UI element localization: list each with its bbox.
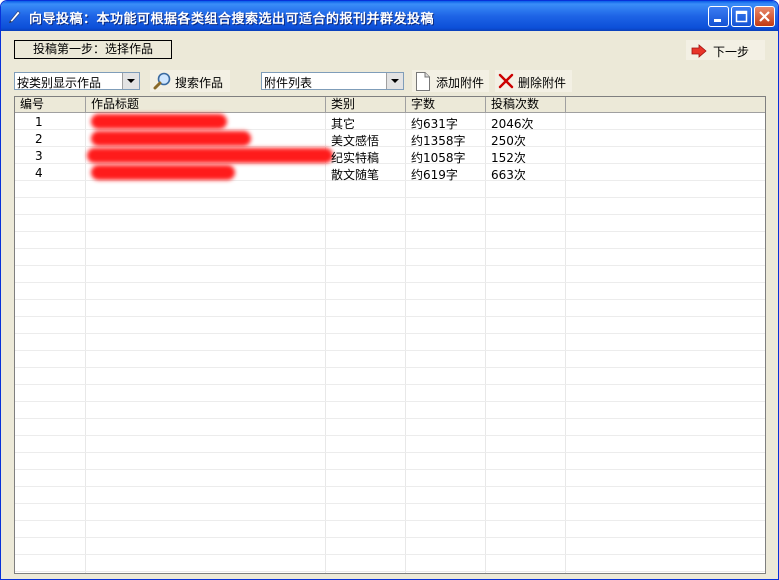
works-table[interactable]: 编号 作品标题 类别 字数 投稿次数 1 其它 约631字 2046次 2 美文… bbox=[14, 96, 766, 574]
grid-line bbox=[485, 113, 486, 573]
redacted-title bbox=[91, 114, 227, 129]
maximize-icon bbox=[735, 10, 748, 23]
grid-line bbox=[15, 299, 765, 300]
delete-attachment-button[interactable]: 删除附件 bbox=[495, 70, 572, 92]
grid-line bbox=[15, 520, 765, 521]
grid-line bbox=[15, 554, 765, 555]
grid-line bbox=[325, 113, 326, 573]
grid-line bbox=[565, 113, 566, 573]
column-header-submission-count[interactable]: 投稿次数 bbox=[486, 97, 566, 112]
app-icon bbox=[9, 10, 21, 23]
grid-line bbox=[15, 486, 765, 487]
grid-line bbox=[15, 231, 765, 232]
grid-line bbox=[15, 469, 765, 470]
close-icon bbox=[759, 11, 770, 22]
grid-line bbox=[15, 316, 765, 317]
document-icon bbox=[416, 72, 430, 91]
chevron-down-icon[interactable] bbox=[386, 73, 403, 89]
grid-line bbox=[15, 214, 765, 215]
add-attachment-label: 添加附件 bbox=[436, 76, 485, 90]
grid-line bbox=[15, 435, 765, 436]
redacted-title bbox=[91, 165, 235, 180]
row-category: 散文随笔 bbox=[331, 168, 380, 182]
search-works-label: 搜索作品 bbox=[175, 76, 224, 90]
grid-line bbox=[15, 503, 765, 504]
grid-line bbox=[15, 350, 765, 351]
grid-line bbox=[15, 248, 765, 249]
grid-line bbox=[15, 282, 765, 283]
grid-line bbox=[85, 113, 86, 573]
column-header-category[interactable]: 类别 bbox=[326, 97, 406, 112]
wizard-window: 向导投稿：本功能可根据各类组合搜索选出可适合的报刊并群发投稿 投稿第一步：选择作… bbox=[0, 0, 779, 580]
table-row[interactable]: 2 美文感悟 约1358字 250次 bbox=[15, 130, 765, 148]
row-id: 3 bbox=[35, 149, 43, 163]
add-attachment-button[interactable]: 添加附件 bbox=[412, 70, 489, 92]
redacted-title bbox=[91, 131, 251, 146]
next-step-button[interactable]: 下一步 bbox=[686, 40, 765, 60]
column-header-title[interactable]: 作品标题 bbox=[86, 97, 326, 112]
title-bar[interactable]: 向导投稿：本功能可根据各类组合搜索选出可适合的报刊并群发投稿 bbox=[1, 1, 778, 31]
grid-line bbox=[15, 452, 765, 453]
next-step-label: 下一步 bbox=[713, 45, 750, 59]
row-id: 2 bbox=[35, 132, 43, 146]
delete-attachment-label: 删除附件 bbox=[518, 76, 567, 90]
grid-line bbox=[15, 401, 765, 402]
close-button[interactable] bbox=[754, 6, 775, 27]
grid-line bbox=[15, 265, 765, 266]
column-header-id[interactable]: 编号 bbox=[15, 97, 86, 112]
table-row[interactable]: 1 其它 约631字 2046次 bbox=[15, 113, 765, 131]
row-id: 4 bbox=[35, 166, 43, 180]
maximize-button[interactable] bbox=[731, 6, 752, 27]
row-submission-count: 663次 bbox=[491, 168, 526, 182]
column-header-word-count[interactable]: 字数 bbox=[406, 97, 486, 112]
step-label: 投稿第一步：选择作品 bbox=[14, 40, 172, 59]
grid-line bbox=[15, 571, 765, 572]
magnifier-icon bbox=[153, 72, 171, 90]
search-works-button[interactable]: 搜索作品 bbox=[150, 70, 230, 92]
category-filter-value: 按类别显示作品 bbox=[17, 76, 102, 90]
chevron-down-icon[interactable] bbox=[122, 73, 139, 89]
attachment-list-select[interactable]: 附件列表 bbox=[261, 72, 404, 90]
client-area: 投稿第一步：选择作品 下一步 按类别显示作品 搜索作品 附件列表 添加附件 删除… bbox=[4, 31, 775, 576]
next-arrow-icon bbox=[691, 44, 707, 58]
minimize-button[interactable] bbox=[708, 6, 729, 27]
attachment-list-value: 附件列表 bbox=[264, 76, 313, 90]
window-title: 向导投稿：本功能可根据各类组合搜索选出可适合的报刊并群发投稿 bbox=[29, 12, 435, 27]
redacted-title bbox=[87, 148, 333, 163]
grid-line bbox=[15, 537, 765, 538]
grid-line bbox=[15, 367, 765, 368]
grid-line bbox=[15, 197, 765, 198]
category-filter-select[interactable]: 按类别显示作品 bbox=[14, 72, 140, 90]
minimize-icon bbox=[714, 19, 721, 22]
table-row[interactable]: 4 散文随笔 约619字 663次 bbox=[15, 164, 765, 182]
row-id: 1 bbox=[35, 115, 43, 129]
row-word-count: 约619字 bbox=[411, 168, 458, 182]
table-row[interactable]: 3 纪实特稿 约1058字 152次 bbox=[15, 147, 765, 165]
grid-line bbox=[15, 384, 765, 385]
grid-line bbox=[405, 113, 406, 573]
table-header: 编号 作品标题 类别 字数 投稿次数 bbox=[15, 97, 765, 113]
delete-x-icon bbox=[498, 73, 514, 89]
grid-line bbox=[15, 333, 765, 334]
grid-line bbox=[15, 418, 765, 419]
